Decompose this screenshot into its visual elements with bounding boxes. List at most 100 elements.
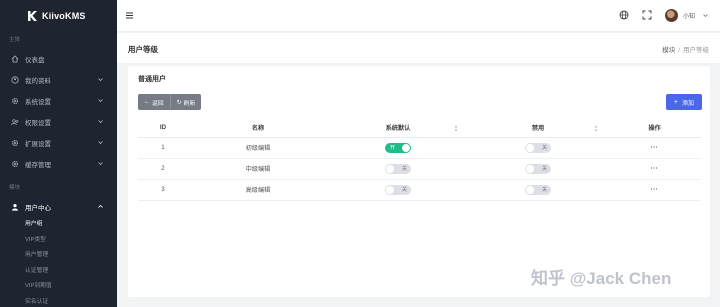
- disabled-toggle[interactable]: 关: [525, 163, 551, 174]
- cell-name: 高级编辑: [188, 179, 328, 201]
- globe-icon[interactable]: [619, 10, 629, 20]
- cell-disabled: 关: [468, 158, 608, 180]
- sidebar-item-permissions[interactable]: 权限设置: [0, 111, 117, 132]
- avatar[interactable]: [665, 9, 678, 22]
- column-header-default[interactable]: 系统默认: [328, 119, 468, 138]
- user-icon: [11, 203, 19, 211]
- refresh-icon: ↻: [176, 99, 182, 106]
- column-header-default-label: 系统默认: [385, 125, 411, 133]
- top-header: 小知: [117, 0, 720, 32]
- column-header-disabled-label: 禁用: [531, 125, 545, 133]
- table-row: 2 中级编辑 关 关 ···: [138, 158, 701, 180]
- chevron-down-icon: [98, 78, 103, 82]
- disabled-toggle[interactable]: 关: [525, 142, 551, 153]
- card-title: 普通用户: [138, 76, 166, 83]
- sidebar-item-label: 用户中心: [25, 204, 51, 212]
- sort-icon[interactable]: [454, 125, 458, 132]
- gear-icon: [11, 160, 19, 168]
- gear-icon: [11, 139, 19, 147]
- sidebar-item-cache[interactable]: 缓存管理: [0, 153, 117, 174]
- add-button-label: 添加: [681, 100, 694, 107]
- default-toggle[interactable]: 开: [385, 142, 411, 153]
- default-toggle[interactable]: 关: [385, 184, 411, 195]
- cell-actions: ···: [608, 158, 701, 180]
- sidebar-item-label: 缓存管理: [25, 161, 51, 169]
- sidebar-subitem-realname[interactable]: 实名认证: [0, 295, 117, 307]
- cell-default: 关: [328, 179, 468, 201]
- chevron-down-icon: [98, 99, 103, 103]
- gear-icon: [11, 97, 19, 105]
- table-row: 1 初级编辑 开 关 ···: [138, 137, 701, 159]
- column-header-name: 名称: [188, 119, 328, 138]
- cell-actions: ···: [608, 137, 701, 159]
- table-row: 3 高级编辑 关 关 ···: [138, 179, 701, 201]
- sidebar-item-user-center[interactable]: 用户中心: [0, 196, 117, 217]
- cell-name: 初级编辑: [188, 137, 328, 159]
- sidebar-section-module: 模块: [9, 185, 21, 191]
- toggle-text: 关: [401, 166, 407, 172]
- sidebar-item-system-settings[interactable]: 系统设置: [0, 90, 117, 111]
- arrow-left-icon: ←: [144, 99, 150, 105]
- breadcrumb: 模块 / 用户等级: [662, 47, 709, 54]
- sidebar-section-main: 主体: [9, 37, 21, 43]
- page-titlebar: 用户等级 模块 / 用户等级: [117, 33, 720, 63]
- more-actions-button[interactable]: ···: [651, 186, 659, 193]
- content-card: 普通用户 ← 返回 ↻ 刷新 + 添加 ID 名称 系统默认 禁用 操作 1 初级编辑…: [128, 66, 710, 297]
- toggle-text: 开: [390, 145, 396, 151]
- sidebar-subitem-verify-manage[interactable]: 认证管理: [0, 264, 117, 280]
- toolbar-button-group: ← 返回 ↻ 刷新: [138, 94, 202, 110]
- sidebar-subitem-vip-type[interactable]: VIP类型: [0, 233, 117, 249]
- cell-id: 3: [138, 179, 188, 201]
- add-button[interactable]: + 添加: [665, 94, 702, 110]
- sidebar-item-extensions[interactable]: 扩展设置: [0, 132, 117, 153]
- users-icon: [11, 118, 19, 126]
- default-toggle[interactable]: 关: [385, 163, 411, 174]
- cell-id: 2: [138, 158, 188, 180]
- cell-actions: ···: [608, 179, 701, 201]
- sidebar-item-profile[interactable]: 我的资料: [0, 69, 117, 90]
- breadcrumb-item-module[interactable]: 模块: [662, 47, 675, 54]
- toggle-text: 关: [541, 166, 547, 172]
- plus-icon: +: [673, 98, 678, 106]
- toggle-text: 关: [541, 145, 547, 151]
- column-header-actions: 操作: [608, 119, 701, 138]
- username[interactable]: 小知: [683, 11, 695, 20]
- sidebar-item-label: 我的资料: [25, 77, 51, 85]
- chevron-down-icon: [98, 141, 103, 145]
- refresh-button[interactable]: ↻ 刷新: [169, 94, 202, 110]
- more-actions-button[interactable]: ···: [651, 165, 659, 172]
- cell-name: 中级编辑: [188, 158, 328, 180]
- toggle-text: 关: [541, 187, 547, 193]
- menu-icon[interactable]: [125, 11, 134, 20]
- logo-icon: [28, 11, 37, 21]
- back-button-label: 返回: [152, 100, 164, 107]
- cell-default: 关: [328, 158, 468, 180]
- sidebar-item-dashboard[interactable]: 仪表盘: [0, 48, 117, 69]
- back-button[interactable]: ← 返回: [138, 94, 170, 110]
- table-header-row: ID 名称 系统默认 禁用 操作: [138, 119, 701, 138]
- chevron-down-icon[interactable]: [703, 13, 708, 18]
- disabled-toggle[interactable]: 关: [525, 184, 551, 195]
- app-name: KiivoKMS: [42, 11, 86, 21]
- sidebar-item-label: 权限设置: [25, 119, 51, 127]
- brand[interactable]: KiivoKMS: [0, 0, 117, 32]
- sidebar-subitem-user-group[interactable]: 用户组: [0, 217, 117, 233]
- column-header-disabled[interactable]: 禁用: [468, 119, 608, 138]
- sidebar-subitem-vip-expiry[interactable]: VIP到期值: [0, 279, 117, 295]
- more-actions-button[interactable]: ···: [651, 144, 659, 151]
- user-level-table: ID 名称 系统默认 禁用 操作 1 初级编辑 开 关 ··· 2 中级编辑 关…: [138, 119, 701, 201]
- fullscreen-icon[interactable]: [642, 10, 652, 20]
- cell-default: 开: [328, 137, 468, 159]
- chevron-down-icon: [98, 120, 103, 124]
- cell-id: 1: [138, 137, 188, 159]
- toggle-text: 关: [401, 187, 407, 193]
- sidebar-item-label: 系统设置: [25, 98, 51, 106]
- chevron-up-icon: [98, 204, 103, 208]
- sort-icon[interactable]: [594, 125, 598, 132]
- watermark: 知乎 @Jack Chen: [531, 269, 672, 288]
- sidebar-subitem-user-manage[interactable]: 用户管理: [0, 248, 117, 264]
- cell-disabled: 关: [468, 179, 608, 201]
- breadcrumb-item-current: 用户等级: [683, 47, 709, 54]
- column-header-id: ID: [138, 119, 188, 138]
- home-icon: [11, 54, 19, 63]
